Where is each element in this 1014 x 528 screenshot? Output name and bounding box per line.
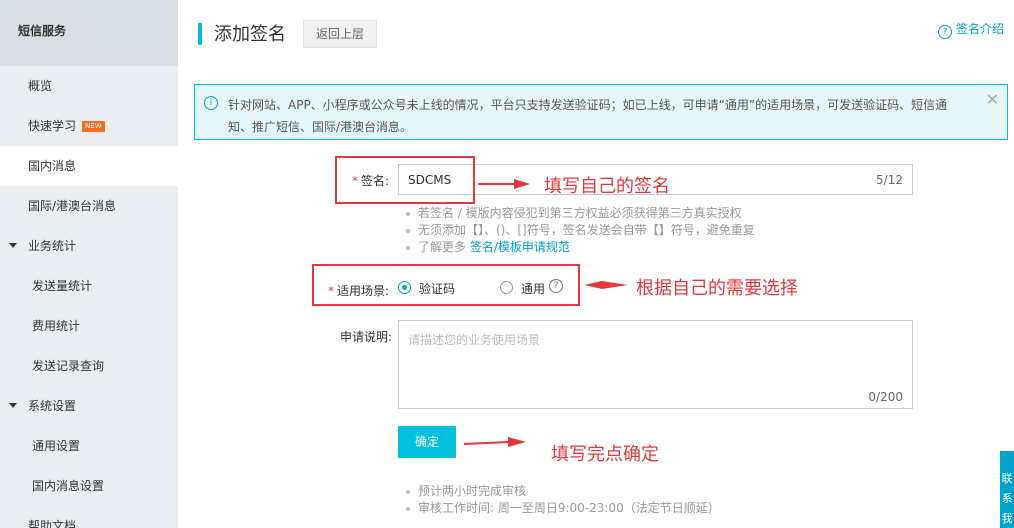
page-header: 添加签名 返回上层 ? 签名介绍 bbox=[178, 0, 1014, 66]
sidebar-item-label: 发送量统计 bbox=[32, 279, 93, 293]
hint-item: 若签名 / 模版内容侵犯到第三方权益必须获得第三方真实授权 bbox=[406, 205, 755, 222]
sidebar-item-label: 国际/港澳台消息 bbox=[28, 199, 117, 213]
sidebar-item-cost-stats[interactable]: 费用统计 bbox=[0, 306, 178, 346]
sidebar-item-help-docs[interactable]: 帮助文档 bbox=[0, 506, 178, 528]
signature-hints: 若签名 / 模版内容侵犯到第三方权益必须获得第三方真实授权 无须添加【】、()、… bbox=[406, 205, 755, 256]
sidebar-item-label: 费用统计 bbox=[32, 319, 81, 333]
description-char-count: 0/200 bbox=[868, 390, 903, 404]
question-icon: ? bbox=[937, 25, 952, 39]
description-placeholder: 请描述您的业务使用场景 bbox=[408, 333, 541, 347]
page-title: 添加签名 bbox=[214, 24, 286, 45]
new-badge: NEW bbox=[82, 121, 105, 132]
arrow-icon bbox=[478, 179, 530, 189]
caret-down-icon bbox=[9, 403, 17, 408]
confirm-button[interactable]: 确定 bbox=[398, 426, 456, 458]
close-icon[interactable]: ✕ bbox=[986, 89, 999, 111]
hint-item: 预计两小时完成审核 bbox=[406, 483, 720, 500]
review-hints: 预计两小时完成审核 审核工作时间: 周一至周日9:00-23:00（法定节日顺延… bbox=[406, 483, 720, 517]
sidebar-item-label: 业务统计 bbox=[28, 239, 77, 253]
sidebar-group-stats[interactable]: 业务统计 bbox=[0, 226, 178, 266]
sidebar-item-label: 系统设置 bbox=[28, 399, 77, 413]
sidebar-item-general-settings[interactable]: 通用设置 bbox=[0, 426, 178, 466]
annotation-box-scene bbox=[312, 264, 580, 306]
arrow-icon bbox=[463, 437, 526, 447]
sidebar-title: 短信服务 bbox=[0, 0, 178, 66]
back-button[interactable]: 返回上层 bbox=[303, 20, 378, 48]
hint-item: 审核工作时间: 周一至周日9:00-23:00（法定节日顺延） bbox=[406, 501, 720, 515]
sidebar-group-settings[interactable]: 系统设置 bbox=[0, 386, 178, 426]
sidebar-item-send-records[interactable]: 发送记录查询 bbox=[0, 346, 178, 386]
sidebar-item-label: 快速学习 bbox=[28, 119, 77, 133]
sidebar: 短信服务 概览 快速学习 NEW 国内消息 国际/港澳台消息 业务统计 发送量统计… bbox=[0, 0, 178, 528]
sidebar-item-overview[interactable]: 概览 bbox=[0, 66, 178, 106]
info-icon: i bbox=[204, 96, 218, 110]
notice-text: 针对网站、APP、小程序或公众号未上线的情况，平台只支持发送验证码；如已上线，可… bbox=[228, 98, 948, 134]
annotation-text: 根据自己的需要选择 bbox=[636, 278, 798, 299]
description-label: 申请说明: bbox=[340, 330, 393, 344]
hint-item: 无须添加【】、()、[]符号，签名发送会自带【】符号，避免重复 bbox=[406, 223, 755, 237]
signature-intro-link[interactable]: ? 签名介绍 bbox=[937, 20, 1004, 39]
annotation-text: 填写完点确定 bbox=[551, 444, 659, 465]
caret-down-icon bbox=[9, 243, 17, 248]
sidebar-item-label: 发送记录查询 bbox=[32, 359, 105, 373]
help-link-label: 签名介绍 bbox=[955, 22, 1004, 36]
sidebar-item-international[interactable]: 国际/港澳台消息 bbox=[0, 186, 178, 226]
sidebar-item-label: 国内消息 bbox=[28, 159, 77, 173]
signature-char-count: 5/12 bbox=[876, 173, 903, 187]
sidebar-item-label: 国内消息设置 bbox=[32, 479, 105, 493]
sidebar-item-label: 帮助文档 bbox=[28, 519, 77, 528]
hint-more-prefix: 了解更多 bbox=[418, 240, 467, 254]
sidebar-item-domestic[interactable]: 国内消息 bbox=[0, 146, 178, 186]
sidebar-item-quick-learn[interactable]: 快速学习 NEW bbox=[0, 106, 178, 146]
title-accent-bar bbox=[198, 23, 202, 45]
annotation-text: 填写自己的签名 bbox=[544, 176, 670, 197]
annotation-box-signature bbox=[335, 156, 475, 204]
sidebar-item-send-stats[interactable]: 发送量统计 bbox=[0, 266, 178, 306]
signature-rules-link[interactable]: 签名/模板申请规范 bbox=[470, 240, 570, 254]
arrow-icon bbox=[584, 281, 628, 289]
sidebar-item-label: 通用设置 bbox=[32, 439, 81, 453]
hint-item: 了解更多 签名/模板申请规范 bbox=[406, 239, 755, 256]
sidebar-item-label: 概览 bbox=[28, 79, 53, 93]
description-textarea[interactable]: 请描述您的业务使用场景 0/200 bbox=[398, 320, 913, 409]
contact-side-tab[interactable]: 联系我们 bbox=[1000, 451, 1014, 528]
info-notice: i 针对网站、APP、小程序或公众号未上线的情况，平台只支持发送验证码；如已上线… bbox=[194, 84, 1008, 140]
sidebar-item-domestic-settings[interactable]: 国内消息设置 bbox=[0, 466, 178, 506]
